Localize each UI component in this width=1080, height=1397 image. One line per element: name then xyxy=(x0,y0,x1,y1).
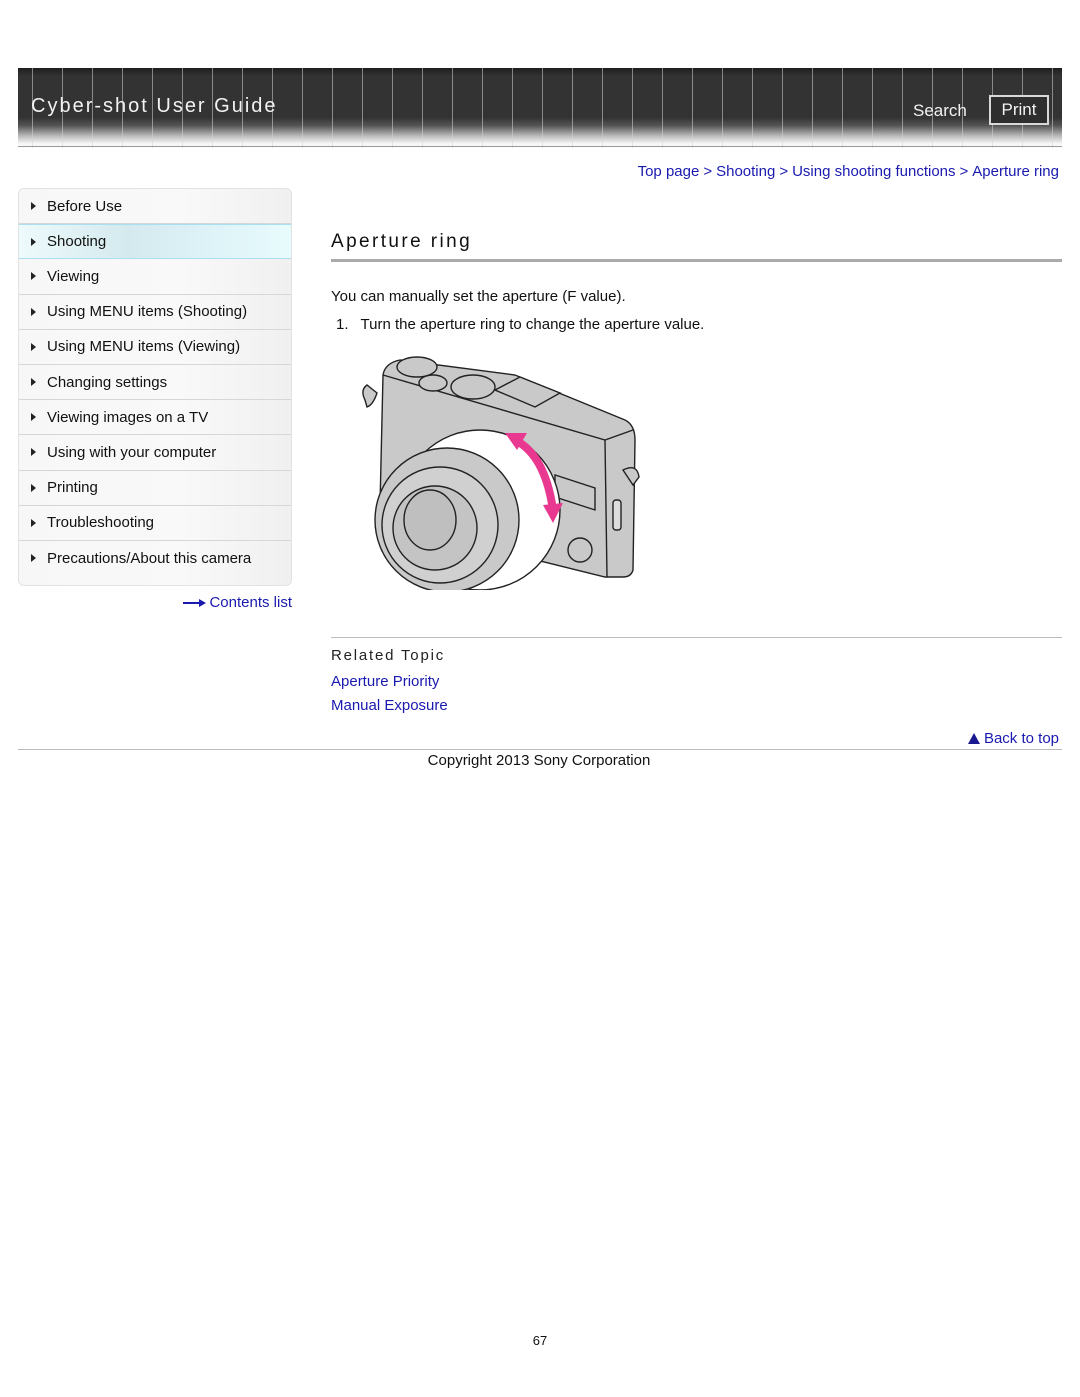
sidebar-item-troubleshooting[interactable]: Troubleshooting xyxy=(19,506,291,541)
breadcrumb-using-shooting-functions[interactable]: Using shooting functions xyxy=(792,163,955,180)
sidebar-item-viewing[interactable]: Viewing xyxy=(19,259,291,295)
sidebar-item-menu-viewing[interactable]: Using MENU items (Viewing) xyxy=(19,330,291,365)
contents-list-link[interactable]: Contents list xyxy=(183,594,292,611)
sidebar-item-label: Viewing images on a TV xyxy=(47,408,209,426)
caret-right-icon xyxy=(31,413,36,422)
breadcrumb-separator: > xyxy=(703,163,713,180)
caret-right-icon xyxy=(31,202,36,211)
intro-text: You can manually set the aperture (F val… xyxy=(331,288,626,305)
caret-right-icon xyxy=(31,272,36,281)
sidebar-item-label: Using MENU items (Shooting) xyxy=(47,303,248,321)
caret-right-icon xyxy=(31,518,36,527)
caret-right-icon xyxy=(31,237,36,246)
guide-title: Cyber-shot User Guide xyxy=(31,95,278,117)
exposure-dial xyxy=(450,374,496,400)
sidebar-item-shooting[interactable]: Shooting xyxy=(19,224,291,260)
back-to-top-link[interactable]: Back to top xyxy=(967,730,1059,747)
mode-dial xyxy=(396,356,438,378)
breadcrumb-separator: > xyxy=(959,163,969,180)
camera-aperture-ring-illustration xyxy=(362,356,640,590)
contents-list-label: Contents list xyxy=(209,594,292,611)
search-button[interactable]: Search xyxy=(913,101,967,121)
caret-right-icon xyxy=(31,307,36,316)
sidebar-item-label: Viewing xyxy=(47,267,100,285)
sidebar-item-label: Precautions/About this camera xyxy=(47,549,252,567)
caret-right-icon xyxy=(31,483,36,492)
page-number: 67 xyxy=(532,1333,548,1348)
breadcrumb-shooting[interactable]: Shooting xyxy=(716,163,775,180)
sidebar-item-menu-shooting[interactable]: Using MENU items (Shooting) xyxy=(19,295,291,330)
back-to-top-label: Back to top xyxy=(983,730,1059,747)
print-button[interactable]: Print xyxy=(989,95,1049,125)
control-button xyxy=(567,537,593,563)
related-divider xyxy=(331,637,1062,638)
sidebar-item-using-computer[interactable]: Using with your computer xyxy=(19,435,291,471)
caret-right-icon xyxy=(31,342,36,351)
sidebar-item-before-use[interactable]: Before Use xyxy=(19,189,291,225)
sidebar-item-label: Changing settings xyxy=(47,373,168,391)
sidebar-item-label: Using with your computer xyxy=(47,443,217,461)
arrow-right-icon xyxy=(183,598,207,608)
lens-glass xyxy=(403,489,457,551)
header-divider xyxy=(18,146,1062,147)
step-number: 1. xyxy=(336,316,349,333)
breadcrumb-separator: > xyxy=(779,163,789,180)
caret-right-icon xyxy=(31,554,36,563)
related-topic-heading: Related Topic xyxy=(331,647,446,664)
page-title: Aperture ring xyxy=(331,231,473,252)
copyright-text: Copyright 2013 Sony Corporation xyxy=(427,752,651,769)
sidebar-item-precautions[interactable]: Precautions/About this camera xyxy=(19,541,291,576)
triangle-up-icon xyxy=(967,733,980,744)
breadcrumb-aperture-ring[interactable]: Aperture ring xyxy=(972,163,1059,180)
sidebar-item-label: Troubleshooting xyxy=(47,514,155,532)
related-link-aperture-priority[interactable]: Aperture Priority xyxy=(331,673,439,690)
sidebar-item-label: Shooting xyxy=(47,233,107,251)
breadcrumb-top-page[interactable]: Top page xyxy=(638,163,700,180)
footer-divider xyxy=(18,749,1062,750)
step-text: Turn the aperture ring to change the ape… xyxy=(360,316,705,333)
sidebar-item-label: Before Use xyxy=(47,197,123,215)
shutter-button xyxy=(418,374,448,392)
sidebar-item-changing-settings[interactable]: Changing settings xyxy=(19,365,291,401)
caret-right-icon xyxy=(31,378,36,387)
sidebar-item-label: Printing xyxy=(47,479,98,497)
caret-right-icon xyxy=(31,448,36,457)
sidebar-item-printing[interactable]: Printing xyxy=(19,471,291,506)
sidebar-item-label: Using MENU items (Viewing) xyxy=(47,338,241,356)
breadcrumb: Top page > Shooting > Using shooting functio… xyxy=(638,163,1059,180)
related-link-manual-exposure[interactable]: Manual Exposure xyxy=(331,697,448,714)
sidebar-nav: Before Use Shooting Viewing Using MENU i… xyxy=(18,188,292,586)
title-divider xyxy=(331,259,1062,262)
sidebar-item-viewing-on-tv[interactable]: Viewing images on a TV xyxy=(19,400,291,436)
step-item: 1. Turn the aperture ring to change the a… xyxy=(336,316,704,333)
